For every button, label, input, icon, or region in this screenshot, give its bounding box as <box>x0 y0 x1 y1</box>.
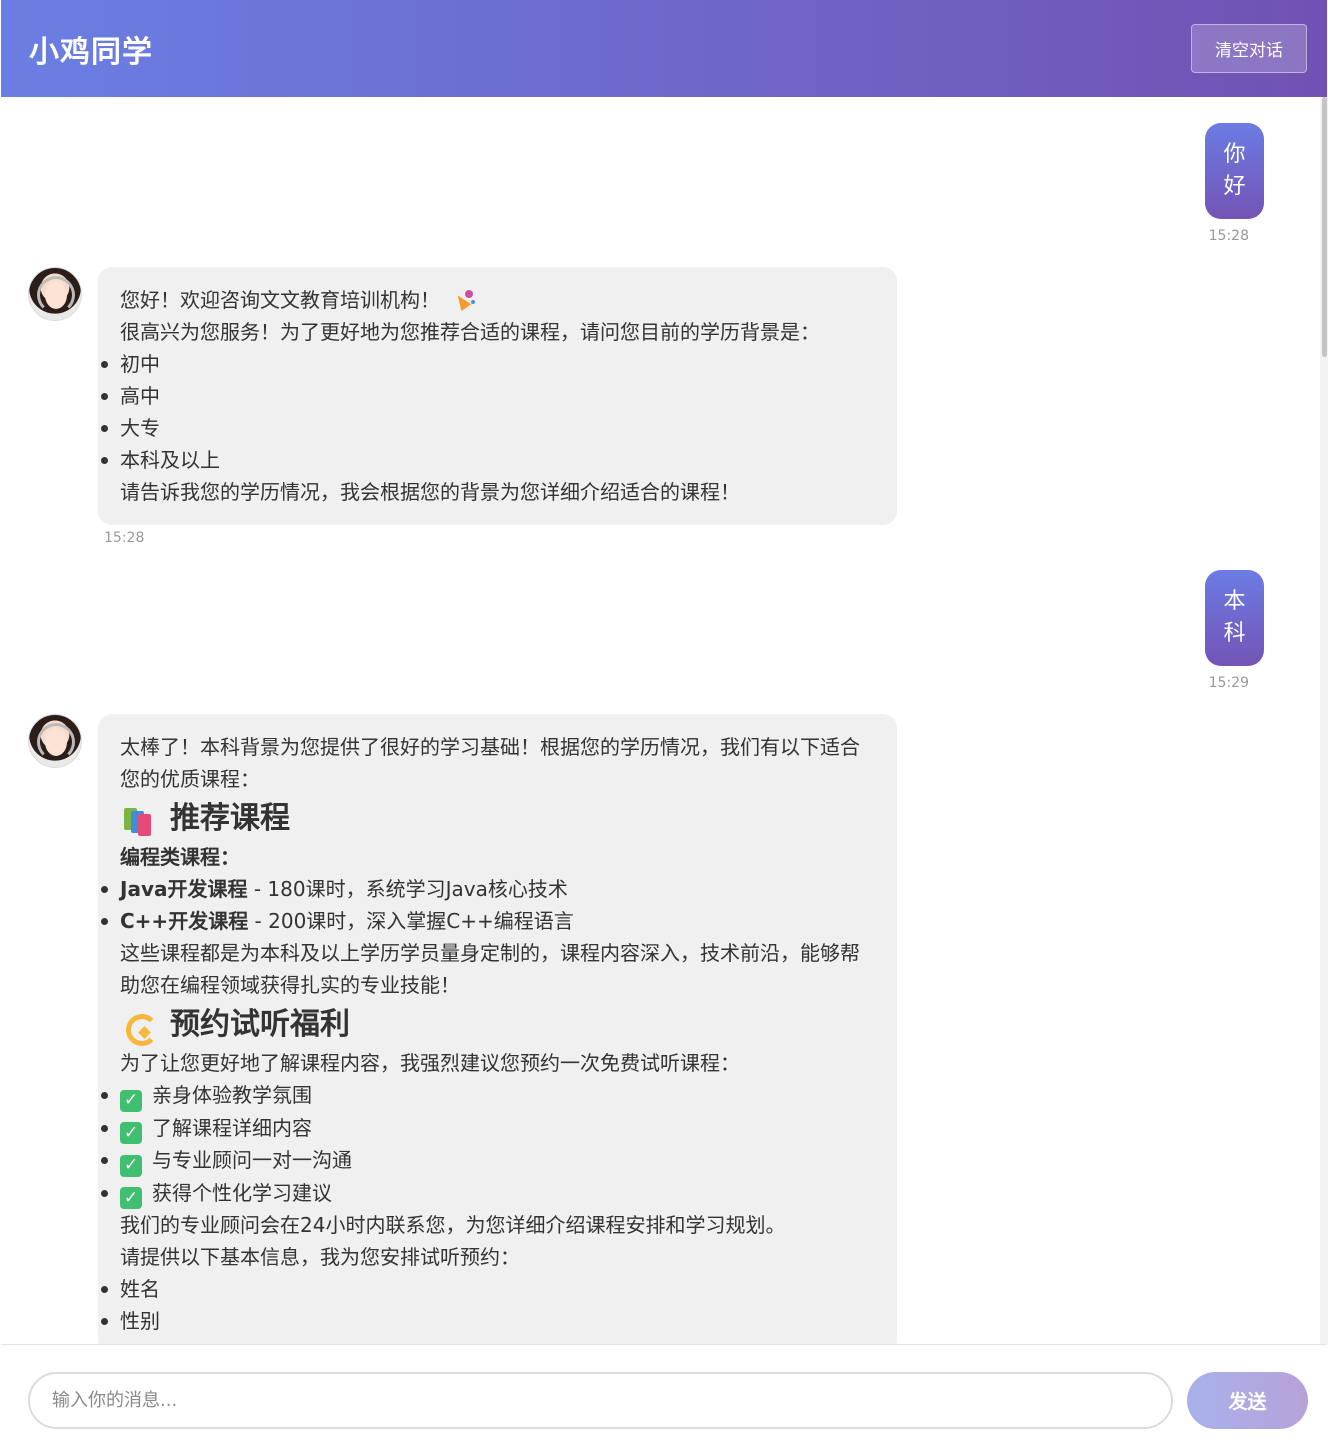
course-name: Java开发课程 <box>120 877 248 901</box>
bot-closing: 请告诉我您的学历情况，我会根据您的背景为您详细介绍适合的课程！ <box>120 480 740 504</box>
trial-intro: 为了让您更好地了解课程内容，我强烈建议您预约一次免费试听课程： <box>120 1051 740 1075</box>
user-bubble-char: 科 <box>1223 621 1246 646</box>
app-header: 小鸡同学 清空对话 <box>1 0 1327 97</box>
clear-chat-button[interactable]: 清空对话 <box>1191 24 1307 73</box>
courses-note: 这些课程都是为本科及以上学历学员量身定制的，课程内容深入，技术前沿，能够帮助您在… <box>120 941 860 997</box>
bot-intro: 太棒了！本科背景为您提供了很好的学习基础！根据您的学历情况，我们有以下适合您的优… <box>120 735 860 791</box>
list-item: 性别 <box>101 1305 875 1337</box>
check-mark-icon: ✓ <box>120 1089 142 1112</box>
app-title: 小鸡同学 <box>29 34 153 70</box>
list-item: 高中 <box>101 380 875 412</box>
contact-note: 我们的专业顾问会在24小时内联系您，为您详细介绍课程安排和学习规划。 <box>120 1213 786 1237</box>
user-bubble: 你 好 <box>1205 123 1264 219</box>
message-input[interactable] <box>28 1372 1173 1429</box>
message-timestamp: 15:28 <box>104 530 145 546</box>
user-message: 本 科 15:29 <box>1205 570 1264 691</box>
books-icon <box>120 804 154 836</box>
bot-bubble: 您好！欢迎咨询文文教育培训机构！ 很高兴为您服务！为了更好地为您推荐合适的课程，… <box>98 267 897 525</box>
benefits-list: ✓ 亲身体验教学氛围 ✓ 了解课程详细内容 ✓ 与专业顾问一对一沟通 ✓ 获得个性化学习… <box>101 1079 875 1209</box>
course-desc: - 180课时，系统学习Java核心技术 <box>247 877 568 901</box>
list-item: 大专 <box>101 412 875 444</box>
course-desc: - 200课时，深入掌握C++编程语言 <box>248 909 574 933</box>
list-item: ✓ 了解课程详细内容 <box>101 1112 875 1144</box>
course-name: C++开发课程 <box>120 909 249 933</box>
check-mark-icon: ✓ <box>120 1154 142 1177</box>
info-fields-list: 姓名 性别 <box>101 1273 875 1337</box>
user-bubble-char: 好 <box>1223 174 1246 199</box>
education-options-list: 初中 高中 大专 本科及以上 <box>101 348 875 476</box>
assistant-avatar <box>28 267 82 321</box>
message-timestamp: 15:29 <box>1208 675 1249 691</box>
check-mark-icon: ✓ <box>120 1187 142 1209</box>
course-category: 编程类课程： <box>120 845 240 869</box>
info-request: 请提供以下基本信息，我为您安排试听预约： <box>120 1245 520 1269</box>
list-item: 初中 <box>101 348 875 380</box>
bot-greeting: 您好！欢迎咨询文文教育培训机构！ <box>120 288 440 312</box>
check-mark-icon: ✓ <box>120 1122 142 1144</box>
list-item: Java开发课程 - 180课时，系统学习Java核心技术 <box>101 873 875 905</box>
composer-bar: 发送 <box>1 1344 1327 1448</box>
list-item: ✓ 获得个性化学习建议 <box>101 1177 875 1209</box>
section-heading: 推荐课程 <box>120 797 875 841</box>
assistant-avatar <box>28 714 82 768</box>
list-item: ✓ 亲身体验教学氛围 <box>101 1079 875 1112</box>
party-popper-icon <box>454 288 476 310</box>
send-button[interactable]: 发送 <box>1187 1372 1308 1429</box>
user-message: 你 好 15:28 <box>1205 123 1264 244</box>
bot-bubble: 太棒了！本科背景为您提供了很好的学习基础！根据您的学历情况，我们有以下适合您的优… <box>98 714 897 1344</box>
bot-question: 很高兴为您服务！为了更好地为您推荐合适的课程，请问您目前的学历背景是： <box>120 320 820 344</box>
chat-scrollbar-thumb[interactable] <box>1322 97 1327 357</box>
list-item: 本科及以上 <box>101 444 875 476</box>
dizzy-icon <box>120 1008 158 1046</box>
user-bubble-char: 你 <box>1223 142 1246 167</box>
list-item: ✓ 与专业顾问一对一沟通 <box>101 1144 875 1177</box>
course-list: Java开发课程 - 180课时，系统学习Java核心技术 C++开发课程 - … <box>101 873 875 937</box>
user-bubble: 本 科 <box>1205 570 1264 666</box>
list-item: 姓名 <box>101 1273 875 1305</box>
list-item: C++开发课程 - 200课时，深入掌握C++编程语言 <box>101 905 875 937</box>
section-heading: 预约试听福利 <box>120 1003 875 1047</box>
user-bubble-char: 本 <box>1223 589 1246 614</box>
chat-area[interactable]: 你 好 15:28 您好！欢迎咨询文文教育培训机构！ 很高兴为您服务！为了更好地… <box>1 97 1319 1344</box>
message-timestamp: 15:28 <box>1208 228 1249 244</box>
